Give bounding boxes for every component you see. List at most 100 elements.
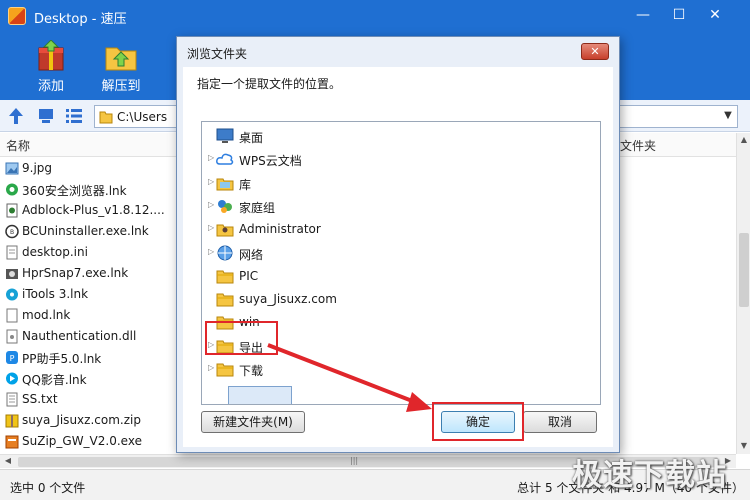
file-name: desktop.ini <box>22 245 88 259</box>
expand-arrow-icon[interactable]: ▷ <box>208 177 214 186</box>
ini-file-icon <box>6 245 18 260</box>
vertical-scrollbar[interactable]: ▲ ▼ <box>736 133 750 454</box>
file-row[interactable]: suya_Jisuxz.com.zip <box>0 410 176 431</box>
file-row[interactable]: HprSnap7.exe.lnk <box>0 263 176 284</box>
expand-arrow-icon[interactable]: ▷ <box>208 200 214 209</box>
folder-icon <box>216 270 234 284</box>
selection-status: 选中 0 个文件 <box>10 481 86 495</box>
scroll-left-icon[interactable]: ◀ <box>2 456 14 465</box>
extract-to-button[interactable]: 解压到 <box>88 38 154 96</box>
title-bar: Desktop - 速压 — ☐ ✕ <box>0 0 750 32</box>
chevron-down-icon[interactable]: ▼ <box>721 109 735 123</box>
file-row[interactable]: P PP助手5.0.lnk <box>0 347 176 368</box>
expand-arrow-icon[interactable]: ▷ <box>208 223 214 232</box>
folder-icon <box>216 363 234 377</box>
grip-icon: ||| <box>350 456 359 465</box>
archive-add-icon <box>38 40 64 71</box>
file-name: HprSnap7.exe.lnk <box>22 266 129 280</box>
file-row[interactable]: QQ影音.lnk <box>0 368 176 389</box>
extract-folder-icon <box>105 47 137 71</box>
file-row[interactable]: SS.txt <box>0 389 176 410</box>
scroll-thumb[interactable] <box>739 233 749 307</box>
selected-node-highlight <box>228 386 292 404</box>
pp-icon: P <box>6 351 18 364</box>
tree-node[interactable]: suya_Jisuxz.com <box>208 288 588 310</box>
tree-node-label: 库 <box>239 177 252 192</box>
image-icon <box>5 162 19 175</box>
tree-node[interactable]: ▷ 家庭组 <box>208 195 588 217</box>
svg-text:B: B <box>10 229 14 236</box>
tree-node-label: Administrator <box>239 222 321 237</box>
file-row[interactable]: Nauthentication.dll <box>0 326 176 347</box>
expand-arrow-icon[interactable]: ▷ <box>208 153 214 162</box>
dialog-body: 指定一个提取文件的位置。 桌面 ▷ WPS云文档 ▷ 库 ▷ 家庭组 ▷ Administrat… <box>183 67 613 447</box>
column-type[interactable]: 文件夹 <box>620 137 656 154</box>
tree-node[interactable]: ▷ 网络 <box>208 242 588 264</box>
up-arrow-icon[interactable] <box>6 106 26 126</box>
maximize-button[interactable]: ☐ <box>664 4 694 26</box>
file-name: 9.jpg <box>22 161 53 175</box>
add-button[interactable]: 添加 <box>18 38 84 96</box>
dialog-close-button[interactable]: ✕ <box>581 43 609 60</box>
tree-node-label: 家庭组 <box>239 200 276 215</box>
add-button-label: 添加 <box>37 79 64 94</box>
cloud-icon <box>216 153 234 166</box>
tree-node[interactable]: ▷ 下载 <box>208 358 588 380</box>
browse-folder-dialog: 浏览文件夹 ✕ 指定一个提取文件的位置。 桌面 ▷ WPS云文档 ▷ 库 ▷ 家庭组 ▷ Adm… <box>176 36 620 453</box>
scroll-down-icon[interactable]: ▼ <box>737 441 750 450</box>
thumbnail-view-icon[interactable] <box>36 106 56 126</box>
scroll-up-icon[interactable]: ▲ <box>737 135 750 144</box>
new-folder-button[interactable]: 新建文件夹(M) <box>201 411 305 433</box>
shortcut-icon <box>6 308 18 323</box>
tree-node[interactable]: ▷ 库 <box>208 172 588 194</box>
file-row[interactable]: 360安全浏览器.lnk <box>0 179 176 200</box>
txt-file-icon <box>6 392 18 407</box>
homegroup-icon <box>218 199 232 213</box>
tree-node[interactable]: ▷ Administrator <box>208 218 588 240</box>
file-name: BCUninstaller.exe.lnk <box>22 224 149 238</box>
tree-node[interactable]: ▷ WPS云文档 <box>208 148 588 170</box>
file-name: Adblock-Plus_v1.8.12.... <box>22 203 165 217</box>
file-row[interactable]: B BCUninstaller.exe.lnk <box>0 221 176 242</box>
list-view-icon[interactable] <box>64 106 84 126</box>
tree-node-label: 桌面 <box>239 131 264 145</box>
expand-arrow-icon[interactable]: ▷ <box>208 363 214 372</box>
expand-arrow-icon[interactable]: ▷ <box>208 247 214 256</box>
zip-file-icon <box>5 414 19 428</box>
highlight-box-folder <box>205 321 278 355</box>
library-icon <box>216 178 234 191</box>
tree-node-label: suya_Jisuxz.com <box>239 292 337 307</box>
file-row[interactable]: 9.jpg <box>0 158 176 179</box>
tree-node[interactable]: PIC <box>208 265 588 287</box>
desktop-icon <box>216 128 234 143</box>
minimize-button[interactable]: — <box>628 4 658 26</box>
file-row[interactable]: desktop.ini <box>0 242 176 263</box>
dll-file-icon <box>6 329 18 344</box>
tree-node[interactable]: 桌面 <box>208 125 588 147</box>
dialog-title: 浏览文件夹 <box>187 47 248 61</box>
tree-node-label: PIC <box>239 268 259 283</box>
file-name: SuZip_GW_V2.0.exe <box>22 434 142 448</box>
tree-node-label: WPS云文档 <box>239 154 302 169</box>
file-row[interactable]: SuZip_GW_V2.0.exe <box>0 431 176 452</box>
bc-icon: B <box>5 224 19 239</box>
file-name: 360安全浏览器.lnk <box>22 184 127 198</box>
watermark: 极速下载站 <box>572 458 727 493</box>
folder-tree[interactable]: 桌面 ▷ WPS云文档 ▷ 库 ▷ 家庭组 ▷ Administrator ▷ 网络 PIC suya_… <box>201 121 601 405</box>
network-icon <box>217 245 233 260</box>
file-row[interactable]: iTools 3.lnk <box>0 284 176 305</box>
file-list: 9.jpg 360安全浏览器.lnk Adblock-Plus_v1.8.12...… <box>0 158 176 454</box>
file-name: Nauthentication.dll <box>22 329 137 343</box>
file-row[interactable]: mod.lnk <box>0 305 176 326</box>
file-name: iTools 3.lnk <box>22 287 89 301</box>
app-logo-icon <box>8 7 26 25</box>
column-name[interactable]: 名称 <box>6 137 30 154</box>
file-row[interactable]: Adblock-Plus_v1.8.12.... <box>0 200 176 221</box>
path-text: C:\Users <box>117 110 168 124</box>
adblock-icon <box>6 203 18 218</box>
cancel-button[interactable]: 取消 <box>523 411 597 433</box>
close-button[interactable]: ✕ <box>700 4 730 26</box>
folder-icon <box>99 111 113 124</box>
file-name: QQ影音.lnk <box>22 373 87 387</box>
file-name: PP助手5.0.lnk <box>22 352 102 366</box>
